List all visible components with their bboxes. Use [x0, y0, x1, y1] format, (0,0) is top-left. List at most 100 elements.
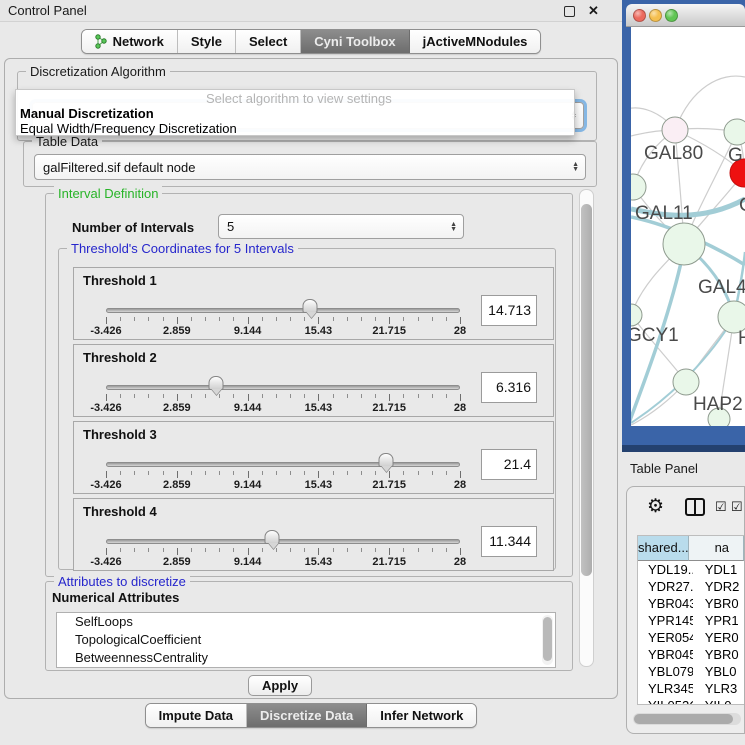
table-row[interactable]: YDL19...YDL1 [638, 561, 744, 578]
network-node[interactable] [662, 117, 688, 143]
tab-discretize-data[interactable]: Discretize Data [247, 704, 367, 727]
network-node[interactable] [673, 369, 699, 395]
list-scrollbar[interactable] [542, 615, 553, 665]
numerical-attributes-list[interactable]: SelfLoopsTopologicalCoefficientBetweenne… [56, 612, 556, 668]
cell-shared-name[interactable]: YPR145W [638, 612, 693, 629]
slider-track[interactable] [106, 539, 460, 544]
cell-shared-name[interactable]: YBR043C [638, 595, 693, 612]
threshold-value-field[interactable]: 6.316 [481, 372, 537, 403]
menu-item-equal-width-discretization[interactable]: Equal Width/Frequency Discretization [20, 121, 237, 136]
split-view-icon[interactable] [685, 498, 705, 516]
cell-name[interactable]: YBL0 [693, 663, 744, 680]
cell-name[interactable]: YDL1 [693, 561, 744, 578]
network-node-label: HAP2 [693, 394, 743, 415]
threshold-slider[interactable]: -3.4262.8599.14415.4321.71528 [106, 499, 460, 572]
tab-network[interactable]: Network [82, 30, 178, 53]
number-of-intervals-select[interactable]: 5 ▲▼ [218, 214, 464, 239]
table-row[interactable]: YBL079WYBL0 [638, 663, 744, 680]
threshold-value-field[interactable]: 21.4 [481, 449, 537, 480]
cell-name[interactable]: YPR1 [693, 612, 744, 629]
slider-tick [177, 394, 178, 401]
tab-cyni-toolbox[interactable]: Cyni Toolbox [301, 30, 409, 53]
cell-name[interactable]: YDR2 [693, 578, 744, 595]
table-data-select[interactable]: galFiltered.sif default node ▲▼ [34, 154, 586, 180]
cell-shared-name[interactable]: YDL19... [638, 561, 693, 578]
minimize-traffic-light-icon[interactable] [649, 9, 662, 22]
close-icon[interactable]: ✕ [588, 3, 599, 19]
close-traffic-light-icon[interactable] [633, 9, 646, 22]
settings-scrollbar[interactable] [579, 189, 594, 667]
threshold-value-field[interactable]: 11.344 [481, 526, 537, 557]
slider-track[interactable] [106, 462, 460, 467]
slider-tick [148, 471, 149, 475]
table-row[interactable]: YBR043CYBR0 [638, 595, 744, 612]
float-icon[interactable] [564, 6, 575, 17]
slider-tick [191, 548, 192, 552]
network-node[interactable] [724, 119, 745, 145]
slider-handle[interactable] [303, 299, 318, 313]
slider-tick [318, 317, 319, 324]
cell-shared-name[interactable]: YBR045C [638, 646, 693, 663]
checkbox-icon[interactable]: ☑ [715, 499, 727, 515]
network-node[interactable] [631, 174, 646, 200]
tab-impute-data[interactable]: Impute Data [146, 704, 247, 727]
slider-tick-label: 9.144 [234, 402, 262, 414]
slider-tick [148, 394, 149, 398]
slider-tick [177, 548, 178, 555]
control-panel-title: Control Panel [8, 3, 87, 18]
column-header-shared-name[interactable]: shared... [638, 536, 689, 561]
scrollbar-thumb[interactable] [581, 204, 592, 576]
menu-item-manual-discretization[interactable]: Manual Discretization [20, 106, 154, 121]
slider-tick [191, 394, 192, 398]
tab-style[interactable]: Style [178, 30, 236, 53]
threshold-slider[interactable]: -3.4262.8599.14415.4321.71528 [106, 268, 460, 341]
tab-infer-network[interactable]: Infer Network [367, 704, 476, 727]
slider-tick [403, 548, 404, 552]
slider-tick-label: -3.426 [90, 325, 121, 337]
cell-shared-name[interactable]: YER054C [638, 629, 693, 646]
threshold-value-field[interactable]: 14.713 [481, 295, 537, 326]
cell-name[interactable]: YBR0 [693, 646, 744, 663]
gear-icon[interactable]: ⚙ [647, 495, 664, 518]
interval-definition-title: Interval Definition [54, 186, 162, 201]
slider-handle[interactable] [265, 530, 280, 544]
table-horizontal-scrollbar[interactable] [633, 713, 741, 725]
cell-name[interactable]: YLR3 [693, 680, 744, 697]
cell-name[interactable]: YBR0 [693, 595, 744, 612]
cell-shared-name[interactable]: YBL079W [638, 663, 693, 680]
threshold-slider[interactable]: -3.4262.8599.14415.4321.71528 [106, 345, 460, 418]
slider-track[interactable] [106, 308, 460, 313]
slider-tick [318, 471, 319, 478]
table-row[interactable]: YDR27...YDR2 [638, 578, 744, 595]
zoom-traffic-light-icon[interactable] [665, 9, 678, 22]
threshold-slider[interactable]: -3.4262.8599.14415.4321.71528 [106, 422, 460, 495]
slider-handle[interactable] [378, 453, 393, 467]
tab-select[interactable]: Select [236, 30, 301, 53]
cell-name[interactable]: YER0 [693, 629, 744, 646]
scrollbar-thumb[interactable] [634, 714, 733, 724]
table-row[interactable]: YBR045CYBR0 [638, 646, 744, 663]
attribute-list-item[interactable]: TopologicalCoefficient [57, 631, 555, 649]
table-header-row: shared... na [638, 536, 744, 561]
checkbox-icon[interactable]: ☑ [731, 499, 743, 515]
threshold-panel: Threshold 1-3.4262.8599.14415.4321.71528… [73, 267, 554, 340]
cell-shared-name[interactable]: YDR27... [638, 578, 693, 595]
table-row[interactable]: YIL052CYIL0 [638, 697, 744, 705]
table-row[interactable]: YER054CYER0 [638, 629, 744, 646]
slider-tick [418, 317, 419, 321]
table-row[interactable]: YPR145WYPR1 [638, 612, 744, 629]
network-node[interactable] [631, 304, 642, 326]
network-node[interactable] [663, 223, 705, 265]
apply-button[interactable]: Apply [248, 675, 312, 696]
cell-name[interactable]: YIL0 [693, 697, 744, 705]
attribute-list-item[interactable]: BetweennessCentrality [57, 649, 555, 667]
column-header-name[interactable]: na [689, 536, 744, 561]
cell-shared-name[interactable]: YLR345W [638, 680, 693, 697]
slider-track[interactable] [106, 385, 460, 390]
attribute-list-item[interactable]: SelfLoops [57, 613, 555, 631]
slider-handle[interactable] [208, 376, 223, 390]
tab-jactivemnodules[interactable]: jActiveMNodules [410, 30, 541, 53]
cell-shared-name[interactable]: YIL052C [638, 697, 693, 705]
table-row[interactable]: YLR345WYLR3 [638, 680, 744, 697]
network-canvas[interactable]: GAL80GCGAL11GAL4GCY1HHAP2 [631, 27, 745, 426]
